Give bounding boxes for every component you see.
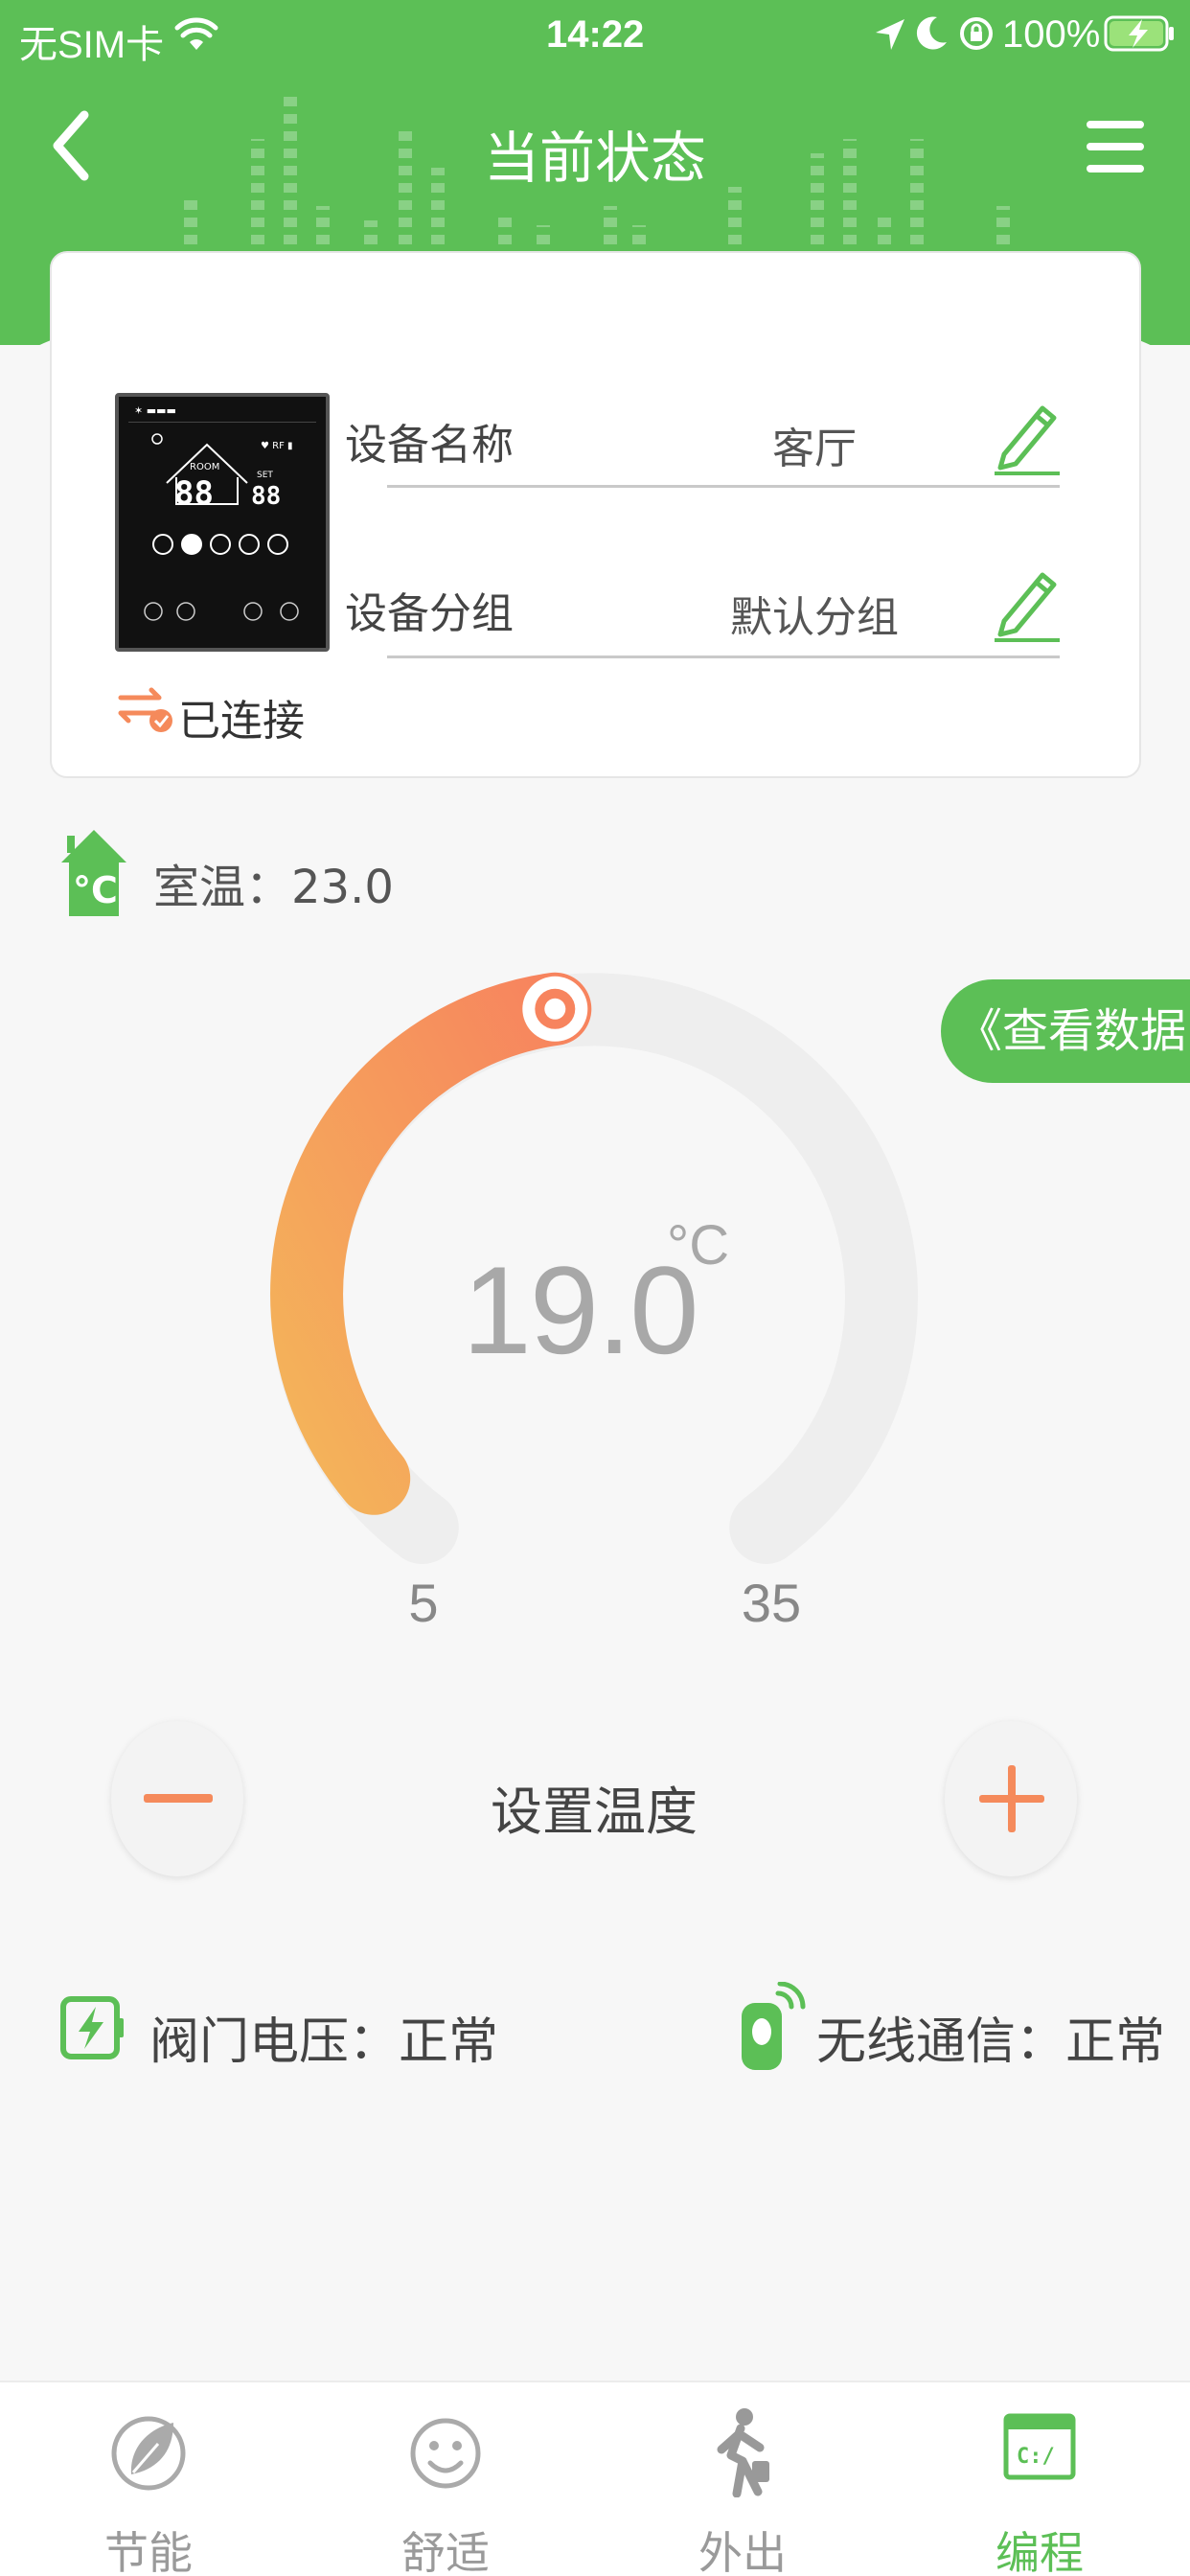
gauge-max-label: 35 <box>741 1573 802 1633</box>
tab-programming[interactable]: C:/ 编程 <box>891 2382 1188 2576</box>
room-temperature: 室温：23.0 <box>153 861 394 914</box>
wireless-status: 无线通信：正常 <box>816 2013 1166 2071</box>
moon-icon <box>916 16 947 50</box>
tab-label: 节能 <box>104 2527 193 2576</box>
plus-icon <box>979 1765 1044 1832</box>
battery-charging-icon <box>1104 15 1174 52</box>
device-name-underline <box>387 485 1060 488</box>
location-arrow-icon <box>876 19 904 50</box>
edit-name-pencil-icon[interactable] <box>991 397 1064 477</box>
svg-text:SET: SET <box>257 471 273 480</box>
svg-text:88: 88 <box>251 482 281 511</box>
device-group-underline <box>387 656 1060 658</box>
gauge-unit: °C <box>667 1214 730 1276</box>
leaf-icon <box>111 2416 186 2491</box>
connection-status: 已连接 <box>178 697 305 746</box>
wifi-icon <box>174 17 218 50</box>
svg-text:ROOM: ROOM <box>190 462 219 472</box>
valve-battery-icon <box>60 1996 124 2059</box>
connected-icon <box>118 687 172 732</box>
device-name-value: 客厅 <box>772 425 857 473</box>
device-name-label: 设备名称 <box>345 421 514 470</box>
svg-text:°C: °C <box>73 869 118 911</box>
increase-temperature-button[interactable] <box>945 1721 1077 1876</box>
gauge-knob <box>522 976 588 1042</box>
valve-voltage-status: 阀门电压：正常 <box>149 2013 499 2071</box>
clock: 14:22 <box>546 13 645 56</box>
thermostat-image: ✶ ▬▬▬ ROOM 88 SET 88 ♥ RF ▮ <box>115 393 330 652</box>
minus-icon <box>144 1794 213 1803</box>
wireless-device-icon <box>742 1982 806 2070</box>
svg-text:88: 88 <box>174 474 214 513</box>
device-group-value: 默认分组 <box>730 593 899 642</box>
smile-icon <box>410 2418 481 2489</box>
svg-text:C:/: C:/ <box>1017 2445 1055 2469</box>
tab-bar: 节能 舒适 外出 C:/ 编程 <box>0 2380 1190 2576</box>
tab-comfort[interactable]: 舒适 <box>297 2382 594 2576</box>
tab-label: 编程 <box>995 2527 1084 2576</box>
view-data-button[interactable]: 《查看数据 <box>941 979 1190 1083</box>
tab-label: 外出 <box>698 2527 787 2576</box>
device-group-label: 设备分组 <box>345 589 514 638</box>
tab-energy-saving[interactable]: 节能 <box>0 2382 297 2576</box>
menu-icon[interactable] <box>1085 119 1146 174</box>
set-temperature-label: 设置温度 <box>491 1782 698 1842</box>
back-arrow-icon[interactable] <box>50 109 92 182</box>
page-title: 当前状态 <box>483 126 706 191</box>
house-thermometer-icon: °C <box>61 830 126 916</box>
tab-away[interactable]: 外出 <box>594 2382 891 2576</box>
rotation-lock-icon <box>960 17 993 50</box>
svg-text:♥ RF ▮: ♥ RF ▮ <box>261 441 293 451</box>
edit-group-pencil-icon[interactable] <box>991 564 1064 644</box>
terminal-window-icon: C:/ <box>1003 2413 1076 2480</box>
gauge-min-label: 5 <box>408 1573 439 1633</box>
decrease-temperature-button[interactable] <box>111 1721 243 1876</box>
tab-label: 舒适 <box>401 2527 490 2576</box>
carrier-label: 无SIM卡 <box>19 24 165 66</box>
svg-text:✶ ▬▬▬: ✶ ▬▬▬ <box>134 404 176 417</box>
battery-percent: 100% <box>1002 13 1101 56</box>
walking-person-icon <box>717 2408 769 2497</box>
